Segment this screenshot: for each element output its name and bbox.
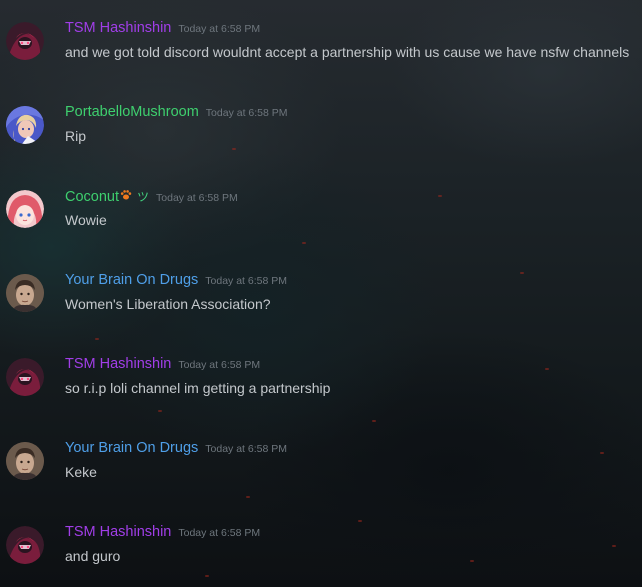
message: Coconut ツ Today at 6:58 PM Wowie — [0, 188, 642, 248]
message: TSM Hashinshin Today at 6:58 PM so r.i.p… — [0, 356, 642, 416]
message-header: Your Brain On Drugs Today at 6:58 PM — [65, 440, 287, 460]
username[interactable]: Your Brain On Drugs — [65, 440, 198, 456]
message: TSM Hashinshin Today at 6:58 PM and we g… — [0, 20, 642, 80]
message-text: Women's Liberation Association? — [65, 296, 271, 312]
brain-avatar[interactable] — [6, 274, 44, 312]
timestamp: Today at 6:58 PM — [205, 107, 288, 119]
timestamp: Today at 6:58 PM — [156, 192, 238, 204]
message-header: PortabelloMushroom Today at 6:58 PM — [65, 104, 288, 124]
username[interactable]: PortabelloMushroom — [65, 104, 199, 120]
brain-avatar[interactable] — [6, 442, 44, 480]
message-text: Rip — [65, 128, 87, 144]
message-header: Your Brain On Drugs Today at 6:58 PM — [65, 272, 287, 292]
message-header: Coconut ツ Today at 6:58 PM — [65, 188, 238, 208]
message: PortabelloMushroom Today at 6:58 PM Rip — [0, 104, 642, 164]
message-header: TSM Hashinshin Today at 6:58 PM — [65, 20, 260, 40]
message-header: TSM Hashinshin Today at 6:58 PM — [65, 356, 260, 376]
message: Your Brain On Drugs Today at 6:58 PM Wom… — [0, 272, 642, 332]
timestamp: Today at 6:58 PM — [205, 443, 287, 455]
username[interactable]: Coconut — [65, 189, 119, 205]
username-badge: ツ — [137, 190, 150, 204]
timestamp: Today at 6:58 PM — [178, 359, 261, 371]
username[interactable]: TSM Hashinshin — [65, 356, 171, 372]
paw-icon — [120, 189, 132, 204]
message-text: and we got told discord wouldnt accept a… — [65, 44, 630, 60]
message-header: TSM Hashinshin Today at 6:58 PM — [65, 524, 260, 544]
coconut-avatar[interactable] — [6, 190, 44, 228]
username[interactable]: Your Brain On Drugs — [65, 272, 198, 288]
timestamp: Today at 6:58 PM — [178, 527, 261, 539]
message-text: Wowie — [65, 212, 107, 228]
message-text: and guro — [65, 548, 121, 564]
message-list: TSM Hashinshin Today at 6:58 PM and we g… — [0, 0, 642, 587]
message: TSM Hashinshin Today at 6:58 PM and guro — [0, 524, 642, 584]
timestamp: Today at 6:58 PM — [178, 23, 261, 35]
tsm-avatar[interactable] — [6, 358, 44, 396]
tsm-avatar[interactable] — [6, 526, 44, 564]
timestamp: Today at 6:58 PM — [205, 275, 287, 287]
message-text: Keke — [65, 464, 97, 480]
message: Your Brain On Drugs Today at 6:58 PM Kek… — [0, 440, 642, 500]
tsm-avatar[interactable] — [6, 22, 44, 60]
username[interactable]: TSM Hashinshin — [65, 20, 171, 36]
username[interactable]: TSM Hashinshin — [65, 524, 171, 540]
portabello-avatar[interactable] — [6, 106, 44, 144]
message-text: so r.i.p loli channel im getting a partn… — [65, 380, 331, 396]
